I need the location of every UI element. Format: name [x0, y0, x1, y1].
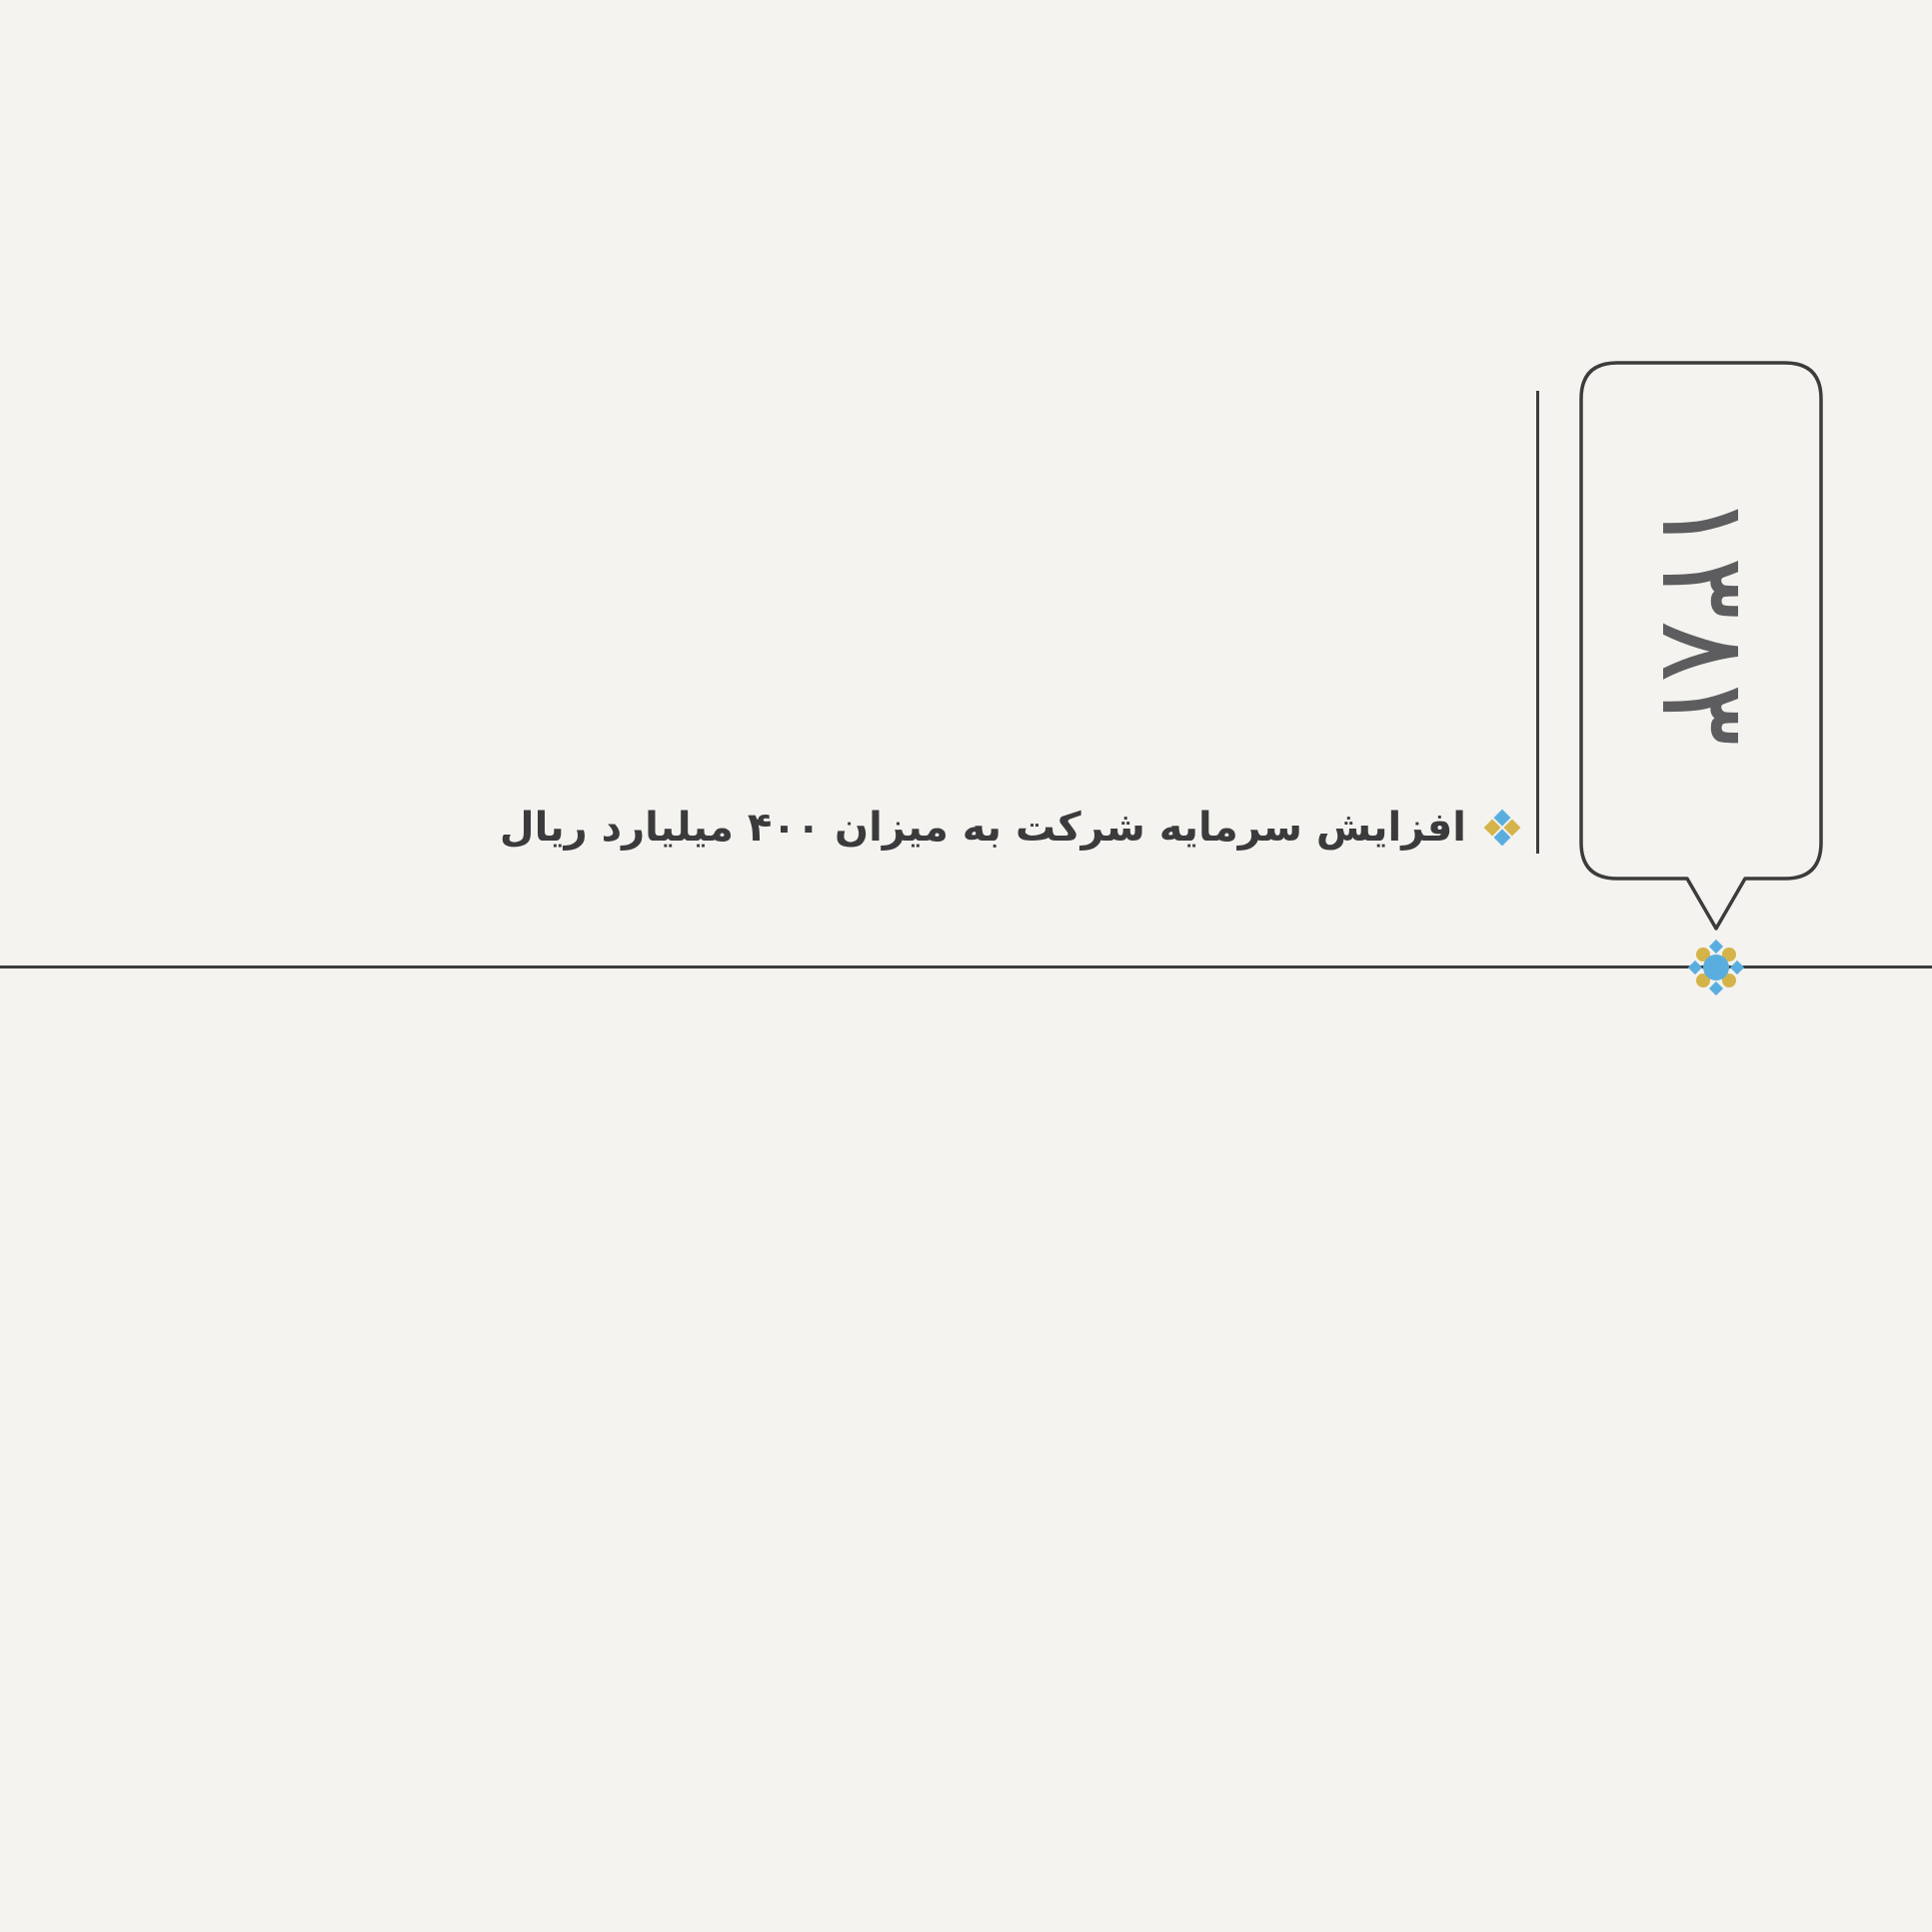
timeline-event: افزایش سرمایه شرکت به میزان ۴۰۰ میلیارد …: [500, 793, 1522, 863]
year-callout-bubble: [1579, 361, 1823, 931]
timeline-axis: [0, 966, 1932, 968]
diamond-quad-icon: [1483, 809, 1521, 847]
flower-node-icon: [1688, 940, 1744, 995]
entry-divider: [1536, 391, 1539, 854]
event-description: افزایش سرمایه شرکت به میزان ۴۰۰ میلیارد …: [499, 805, 1466, 851]
timeline-canvas: ۱۳۸۳ افزایش سرمایه شرکت به میزان ۴۰۰ میل…: [0, 0, 1932, 1932]
